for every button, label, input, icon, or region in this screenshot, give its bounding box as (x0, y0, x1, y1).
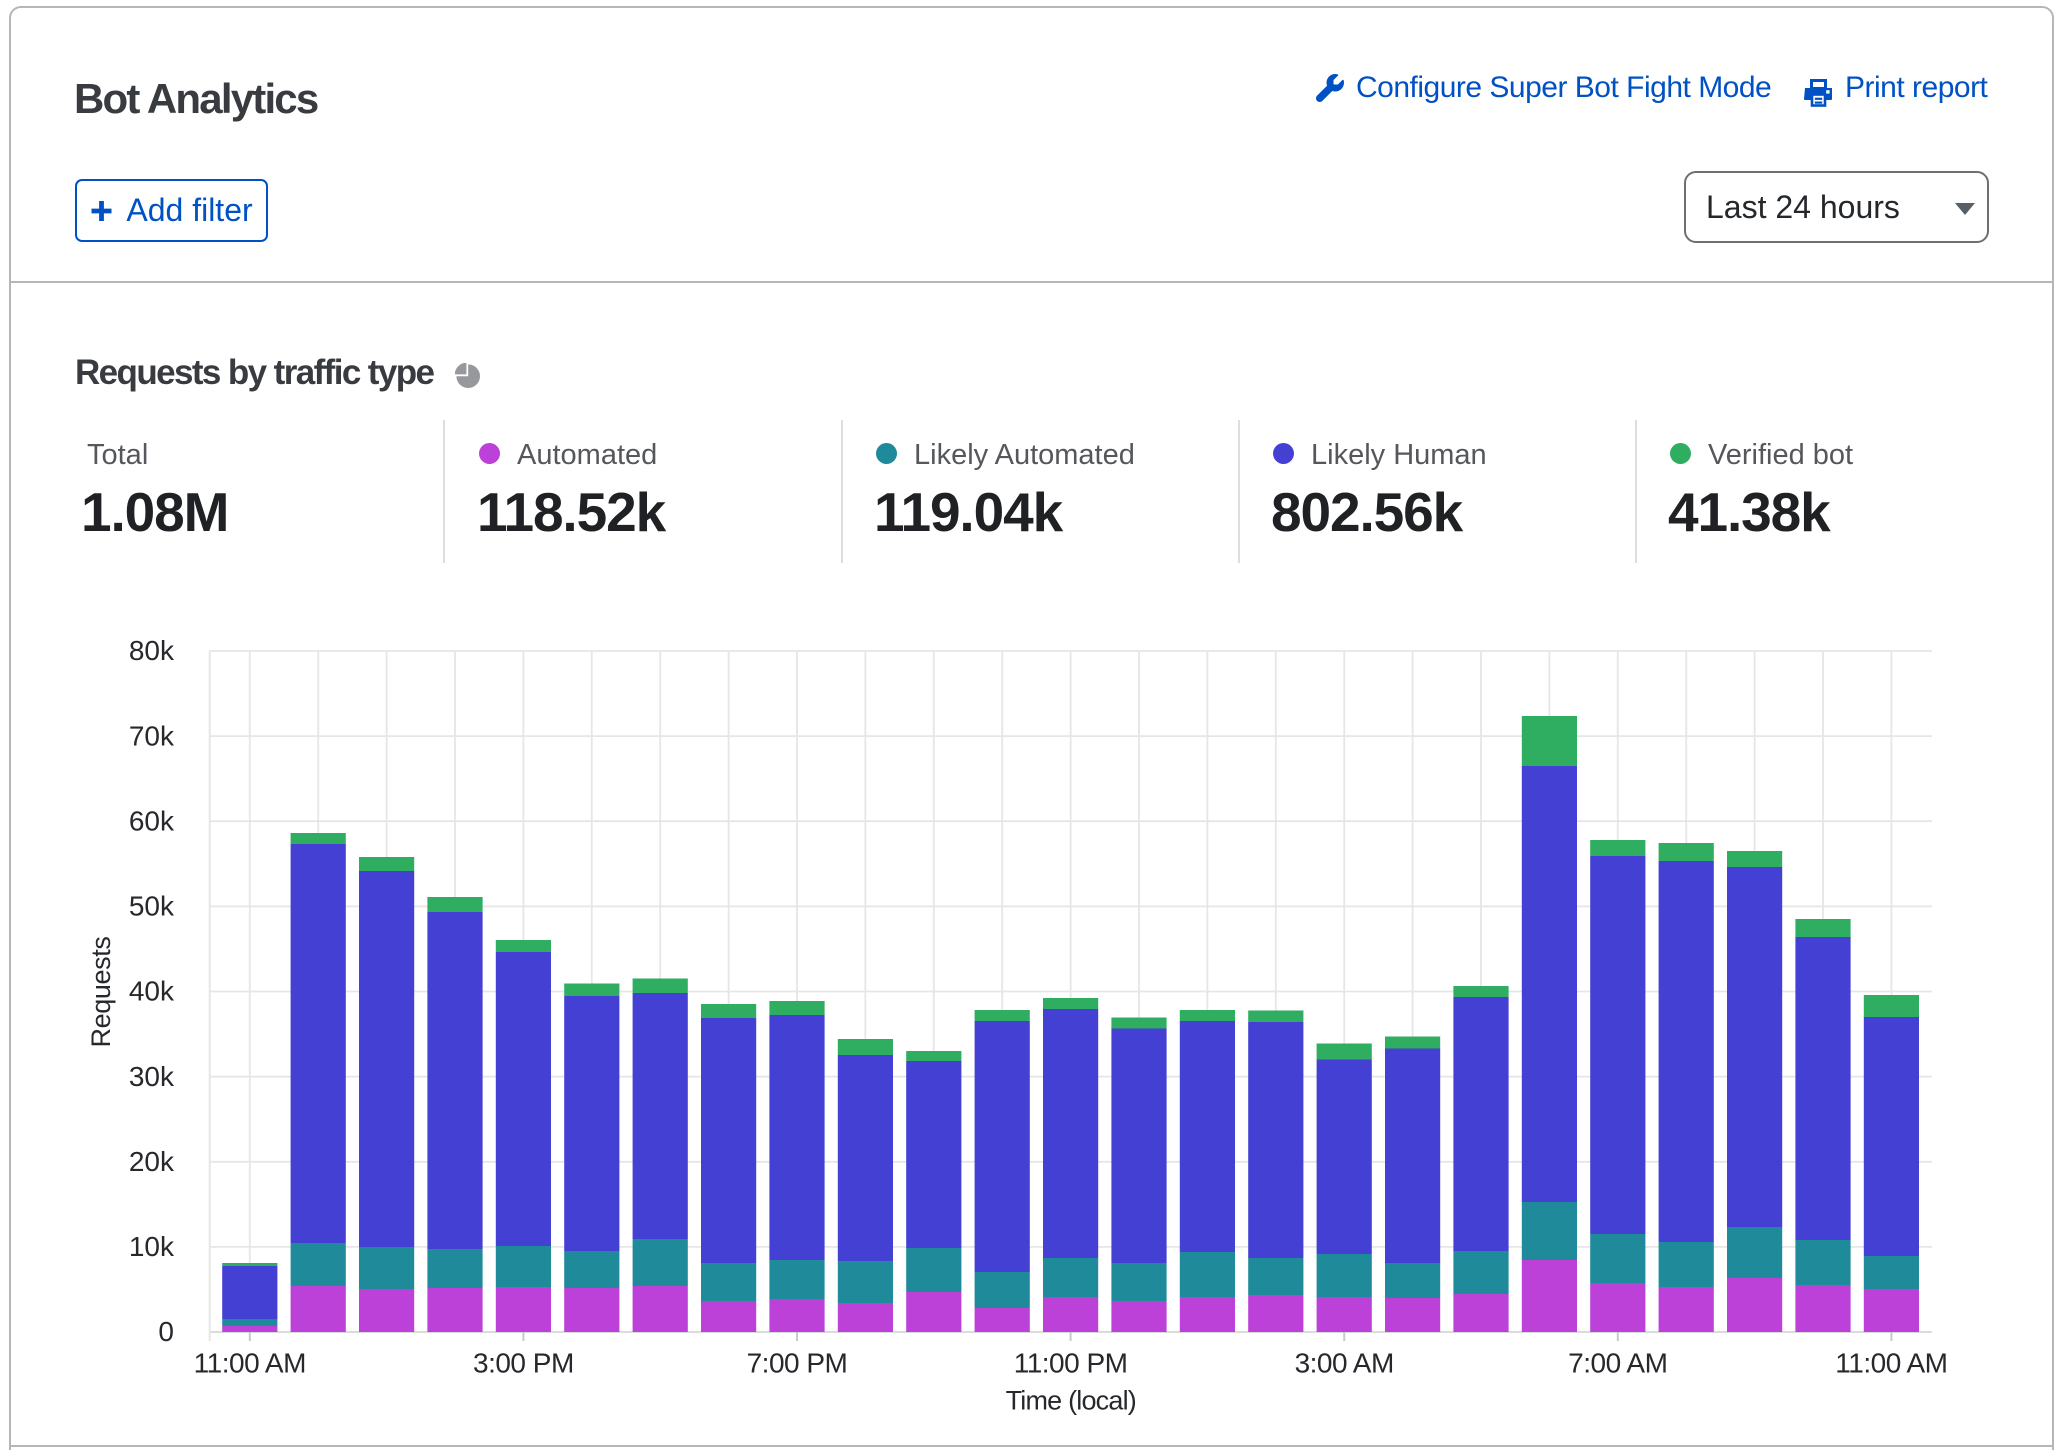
svg-text:11:00 AM: 11:00 AM (1835, 1348, 1947, 1379)
svg-text:50k: 50k (129, 891, 175, 922)
svg-text:11:00 PM: 11:00 PM (1014, 1348, 1128, 1379)
svg-text:3:00 PM: 3:00 PM (473, 1348, 574, 1379)
svg-text:11:00 AM: 11:00 AM (194, 1348, 306, 1379)
svg-text:70k: 70k (129, 720, 175, 751)
svg-text:20k: 20k (129, 1146, 175, 1177)
svg-text:Time (local): Time (local) (1006, 1386, 1136, 1416)
svg-text:Requests: Requests (86, 937, 116, 1048)
svg-text:0: 0 (158, 1316, 174, 1347)
svg-text:10k: 10k (129, 1231, 175, 1262)
svg-text:7:00 AM: 7:00 AM (1568, 1348, 1667, 1379)
svg-text:60k: 60k (129, 806, 175, 837)
svg-text:30k: 30k (129, 1061, 175, 1092)
svg-text:7:00 PM: 7:00 PM (747, 1348, 848, 1379)
svg-text:40k: 40k (129, 976, 175, 1007)
svg-text:80k: 80k (129, 635, 175, 666)
svg-text:3:00 AM: 3:00 AM (1295, 1348, 1394, 1379)
